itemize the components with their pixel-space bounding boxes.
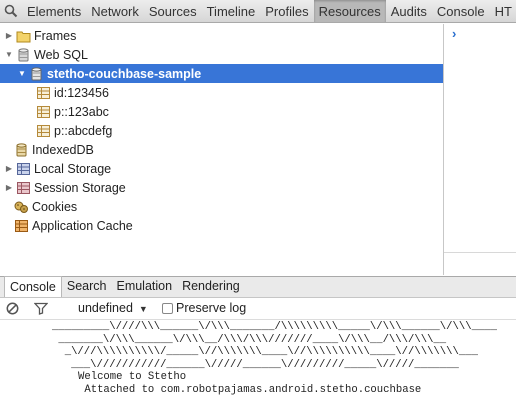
tab-profiles[interactable]: Profiles [260, 0, 313, 22]
devtools-toolbar: Elements Network Sources Timeline Profil… [0, 0, 516, 23]
dropdown-caret-icon: ▼ [138, 304, 148, 314]
drawer-tab-emulation[interactable]: Emulation [111, 276, 177, 297]
drawer-tab-search[interactable]: Search [62, 276, 112, 297]
folder-icon [16, 29, 31, 43]
context-selector-value: undefined [78, 301, 133, 315]
table-icon [36, 86, 51, 100]
tab-console[interactable]: Console [432, 0, 490, 22]
tree-item-session-storage[interactable]: ▶ Session Storage [0, 178, 443, 197]
context-selector[interactable]: undefined ▼ [78, 301, 148, 315]
preserve-log-toggle[interactable]: Preserve log [162, 301, 246, 315]
tree-item-local-storage[interactable]: ▶ Local Storage [0, 159, 443, 178]
preserve-log-label: Preserve log [176, 301, 247, 315]
ascii-art-line: _______\/\\\______\/\\\__/\\\/\\\///////… [52, 333, 447, 346]
expand-arrow-icon[interactable]: ▶ [4, 31, 14, 41]
tree-item-label: p::123abc [54, 104, 109, 119]
tree-item-table[interactable]: id:123456 [0, 83, 443, 102]
tab-timeline[interactable]: Timeline [202, 0, 261, 22]
tree-item-application-cache[interactable]: Application Cache [0, 216, 443, 235]
ascii-art-line: _\///\\\\\\\\\\/_____\//\\\\\\\____\//\\… [52, 346, 478, 358]
tree-item-label: Web SQL [34, 47, 88, 62]
table-icon [36, 124, 51, 138]
tree-item-label: Cookies [32, 199, 78, 214]
cookie-icon [14, 200, 29, 214]
table-icon [36, 105, 51, 119]
console-output: _________\////\\\______\/\\\_______/\\\\… [0, 321, 516, 404]
tree-item-web-sql[interactable]: ▼ Web SQL [0, 45, 443, 64]
tree-item-frames[interactable]: ▶ Frames [0, 26, 443, 45]
tree-item-indexeddb[interactable]: IndexedDB [0, 140, 443, 159]
divider [444, 252, 516, 253]
expand-arrow-icon[interactable]: ▶ [4, 183, 14, 193]
tab-sources[interactable]: Sources [144, 0, 202, 22]
tab-network[interactable]: Network [86, 0, 144, 22]
preserve-log-checkbox[interactable] [162, 302, 173, 314]
chevron-right-icon[interactable]: › [452, 26, 456, 41]
collapse-arrow-icon[interactable]: ▼ [17, 69, 27, 79]
expand-arrow-icon[interactable]: ▶ [4, 164, 14, 174]
tree-item-table[interactable]: p::123abc [0, 102, 443, 121]
resources-tree: ▶ Frames ▼ Web SQL ▼ stetho-couchbase-sa… [0, 24, 443, 275]
tree-item-label: p::abcdefg [54, 123, 113, 138]
tree-item-label: Local Storage [34, 161, 112, 176]
ascii-art-line: _________\////\\\______\/\\\_______/\\\\… [52, 321, 498, 333]
ascii-art-line: ___\///////////______\/////______\//////… [52, 358, 459, 371]
tab-more[interactable]: HT [490, 0, 516, 22]
tree-item-table[interactable]: p::abcdefg [0, 121, 443, 140]
filter-icon[interactable] [33, 302, 49, 318]
session-storage-grid-icon [16, 181, 31, 195]
attached-line: Attached to com.robotpajamas.android.ste… [78, 383, 422, 396]
tree-item-label: IndexedDB [32, 142, 94, 157]
database-icon [16, 47, 31, 62]
tab-audits[interactable]: Audits [386, 0, 432, 22]
clear-console-icon[interactable] [6, 302, 19, 318]
local-storage-grid-icon [16, 162, 31, 176]
tree-item-label: Application Cache [32, 218, 133, 233]
search-icon[interactable] [0, 0, 22, 22]
drawer-tab-console[interactable]: Console [4, 276, 62, 297]
tree-item-cookies[interactable]: Cookies [0, 197, 443, 216]
tree-item-label: id:123456 [54, 85, 109, 100]
welcome-line: Welcome to Stetho [78, 371, 187, 383]
database-icon [29, 66, 44, 81]
tab-resources[interactable]: Resources [313, 0, 386, 22]
drawer-tab-bar: Console Search Emulation Rendering [0, 276, 516, 298]
collapse-arrow-icon[interactable]: ▼ [4, 50, 14, 60]
database-icon [14, 142, 29, 157]
tree-item-database-selected[interactable]: ▼ stetho-couchbase-sample [0, 64, 443, 83]
tab-elements[interactable]: Elements [22, 0, 86, 22]
console-toolbar: undefined ▼ Preserve log [0, 298, 516, 320]
tree-item-label: stetho-couchbase-sample [47, 66, 202, 81]
application-cache-icon [14, 219, 29, 233]
side-panel: › [443, 24, 516, 275]
tree-item-label: Frames [34, 28, 77, 43]
drawer-tab-rendering[interactable]: Rendering [177, 276, 245, 297]
console-message: _________\////\\\______\/\\\_______/\\\\… [52, 321, 497, 396]
tree-item-label: Session Storage [34, 180, 126, 195]
